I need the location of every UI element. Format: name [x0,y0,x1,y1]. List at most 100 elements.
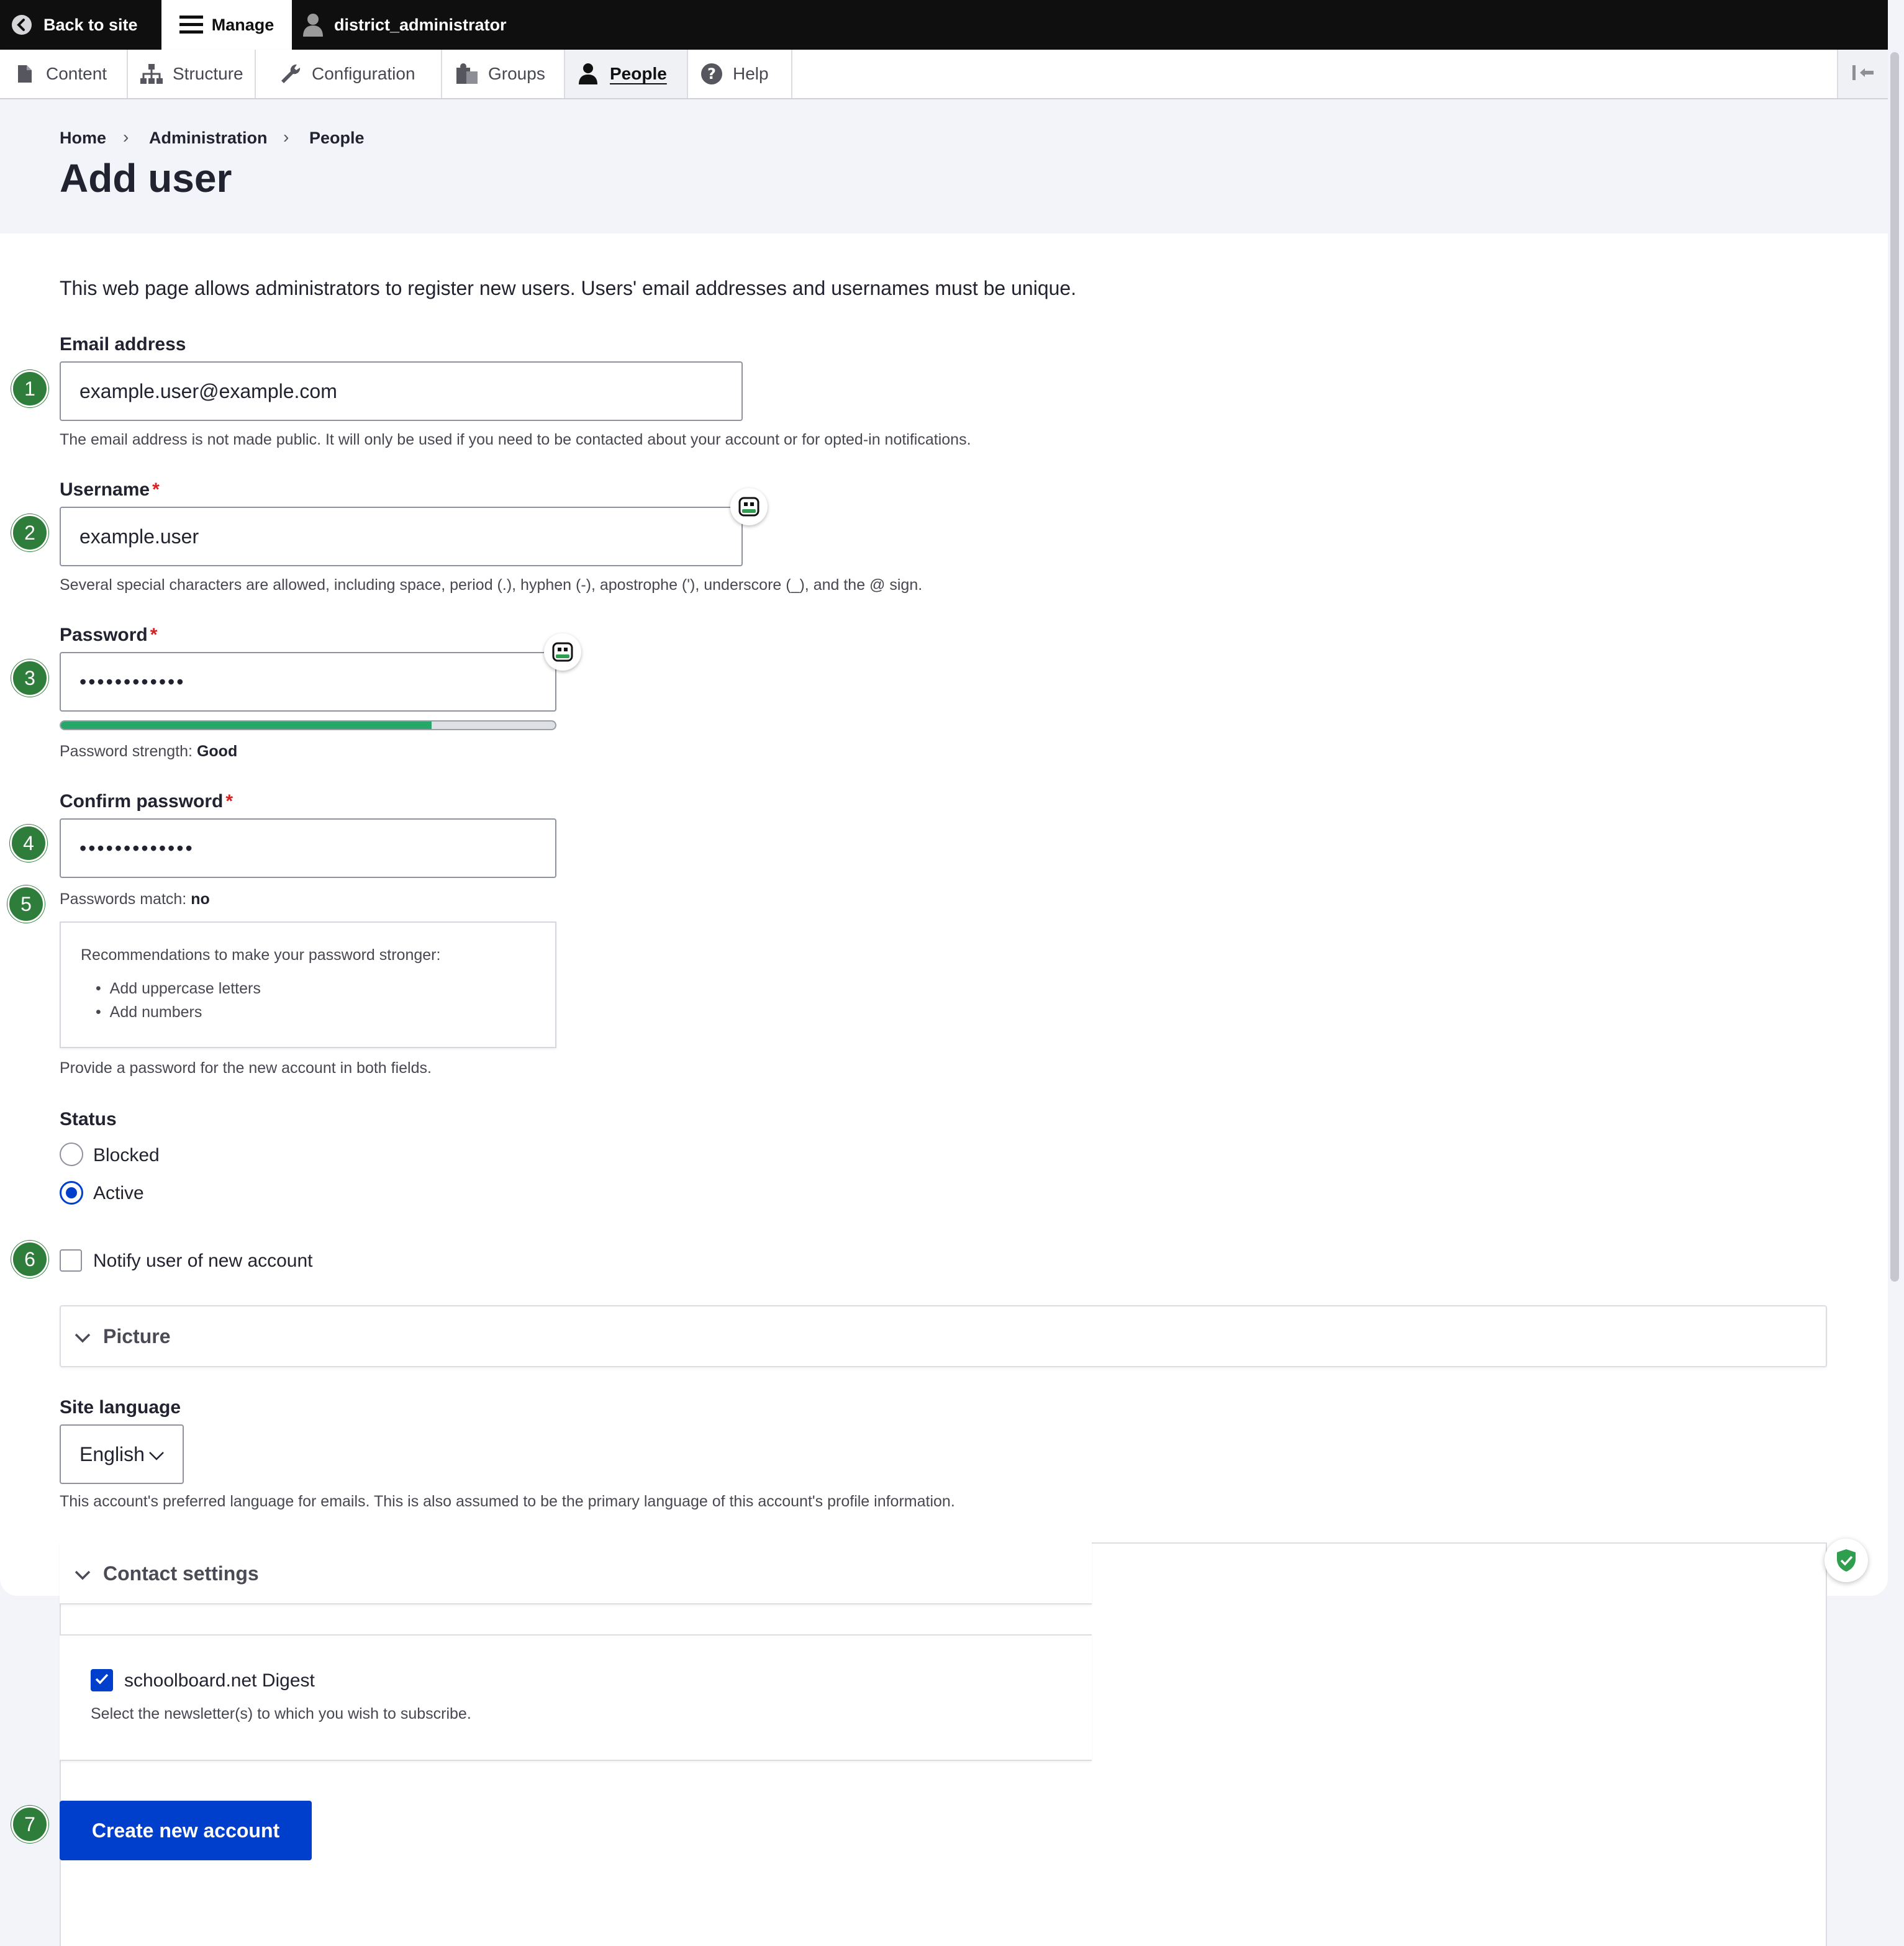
manage-label: Manage [211,15,274,34]
page-header [0,99,1888,233]
user-icon [303,13,323,37]
user-name-label: district_administrator [334,15,507,34]
password-description: Provide a password for the new account i… [60,1059,432,1077]
back-to-site-label: Back to site [43,15,138,34]
status-active-label[interactable]: Active [93,1183,144,1204]
password-strength-text: Password strength: Good [60,743,238,760]
status-blocked-label[interactable]: Blocked [93,1145,160,1166]
site-language-description: This account's preferred language for em… [60,1493,955,1510]
step-badge-4: 4 [10,825,47,862]
breadcrumb-home[interactable]: Home [60,129,106,148]
notify-user-label[interactable]: Notify user of new account [93,1251,313,1272]
menu-icon [179,16,203,34]
status-label: Status [60,1109,117,1129]
admin-toolbar: Back to site Manage district_administrat… [0,0,1888,50]
password-field[interactable]: •••••••••••• [60,652,556,712]
tab-content[interactable]: Content [0,50,128,98]
contact-settings-summary[interactable]: Contact settings [75,1542,259,1604]
site-language-value: English [79,1442,145,1465]
back-arrow-icon [11,14,32,35]
password-strength-fill [61,722,432,729]
newsletter-label[interactable]: schoolboard.net Digest [124,1670,315,1691]
tab-groups[interactable]: Groups [442,50,565,98]
breadcrumb-people[interactable]: People [309,129,365,148]
chevron-down-icon [75,1325,91,1348]
required-marker: * [150,625,158,645]
password-match-value: no [191,890,210,908]
email-label: Email address [60,334,186,355]
checkmark-icon [94,1673,109,1688]
step-badge-5: 5 [7,885,45,923]
chevron-down-icon [75,1562,91,1585]
required-marker: * [152,479,160,500]
newsletter-fieldset [60,1634,1092,1761]
breadcrumb-separator: › [283,127,289,147]
groups-icon [455,61,479,86]
chevron-down-icon [148,1443,165,1466]
file-icon [12,61,37,86]
password-strength-value: Good [196,743,238,760]
sitemap-icon [139,61,164,86]
recommendations-title: Recommendations to make your password st… [81,946,441,964]
tab-people[interactable]: People [565,50,688,98]
step-badge-3: 3 [11,659,48,697]
svg-text:?: ? [707,65,716,83]
picture-summary-label: Picture [103,1324,171,1347]
recommendation-item: • Add uppercase letters [96,980,261,997]
email-field[interactable]: example.user@example.com [60,361,743,421]
newsletter-description: Select the newsletter(s) to which you wi… [91,1705,471,1722]
manage-button[interactable]: Manage [161,0,292,50]
admin-tab-bar: Content Structure Configuration Groups P… [0,50,1889,99]
wrench-icon [278,61,303,86]
toolbar-orientation-toggle[interactable] [1837,50,1889,98]
user-account-link[interactable]: district_administrator [303,0,551,50]
status-active-radio[interactable] [60,1181,83,1205]
tab-label: Groups [488,64,545,83]
tab-label: People [610,64,667,83]
email-description: The email address is not made public. It… [60,431,971,448]
username-description: Several special characters are allowed, … [60,576,923,594]
tab-structure[interactable]: Structure [128,50,256,98]
username-field[interactable]: example.user [60,507,743,566]
intro-text: This web page allows administrators to r… [60,277,1077,299]
step-badge-1: 1 [11,370,48,407]
help-icon: ? [699,61,724,86]
confirm-password-label: Confirm password * [60,791,233,812]
confirm-password-field[interactable]: ••••••••••••• [60,818,556,878]
tab-configuration[interactable]: Configuration [256,50,442,98]
tab-label: Configuration [312,64,415,83]
scrollbar-thumb[interactable] [1890,52,1899,1282]
breadcrumb-administration[interactable]: Administration [149,129,268,148]
recommendation-item: • Add numbers [96,1003,202,1021]
notify-user-checkbox[interactable] [60,1249,82,1272]
contact-settings-summary-label: Contact settings [103,1562,259,1585]
step-badge-6: 6 [11,1241,48,1278]
step-badge-7: 7 [11,1806,48,1843]
site-language-select[interactable]: English [60,1424,184,1484]
required-marker: * [225,791,233,812]
password-manager-icon[interactable] [544,633,581,671]
tab-help[interactable]: ? Help [688,50,792,98]
picture-summary[interactable]: Picture [75,1305,170,1367]
person-icon [576,61,601,86]
tab-label: Content [46,64,107,83]
site-language-label: Site language [60,1397,181,1418]
status-blocked-radio[interactable] [60,1143,83,1166]
create-account-button[interactable]: Create new account [60,1801,312,1860]
newsletter-checkbox[interactable] [91,1669,113,1691]
tab-label: Help [733,64,769,83]
page-title: Add user [60,156,232,201]
password-manager-icon[interactable] [730,488,768,525]
password-strength-meter [60,720,556,730]
step-badge-2: 2 [11,514,48,551]
username-label: Username * [60,479,160,500]
password-label: Password * [60,625,158,645]
security-shield-icon[interactable] [1825,1539,1868,1582]
password-recommendations: Recommendations to make your password st… [60,921,556,1048]
tab-label: Structure [173,64,243,83]
password-match-text: Passwords match: no [60,890,210,908]
back-to-site-link[interactable]: Back to site [0,0,168,50]
collapse-icon [1851,64,1876,84]
picture-details [60,1305,1827,1367]
breadcrumb-separator: › [123,127,129,147]
